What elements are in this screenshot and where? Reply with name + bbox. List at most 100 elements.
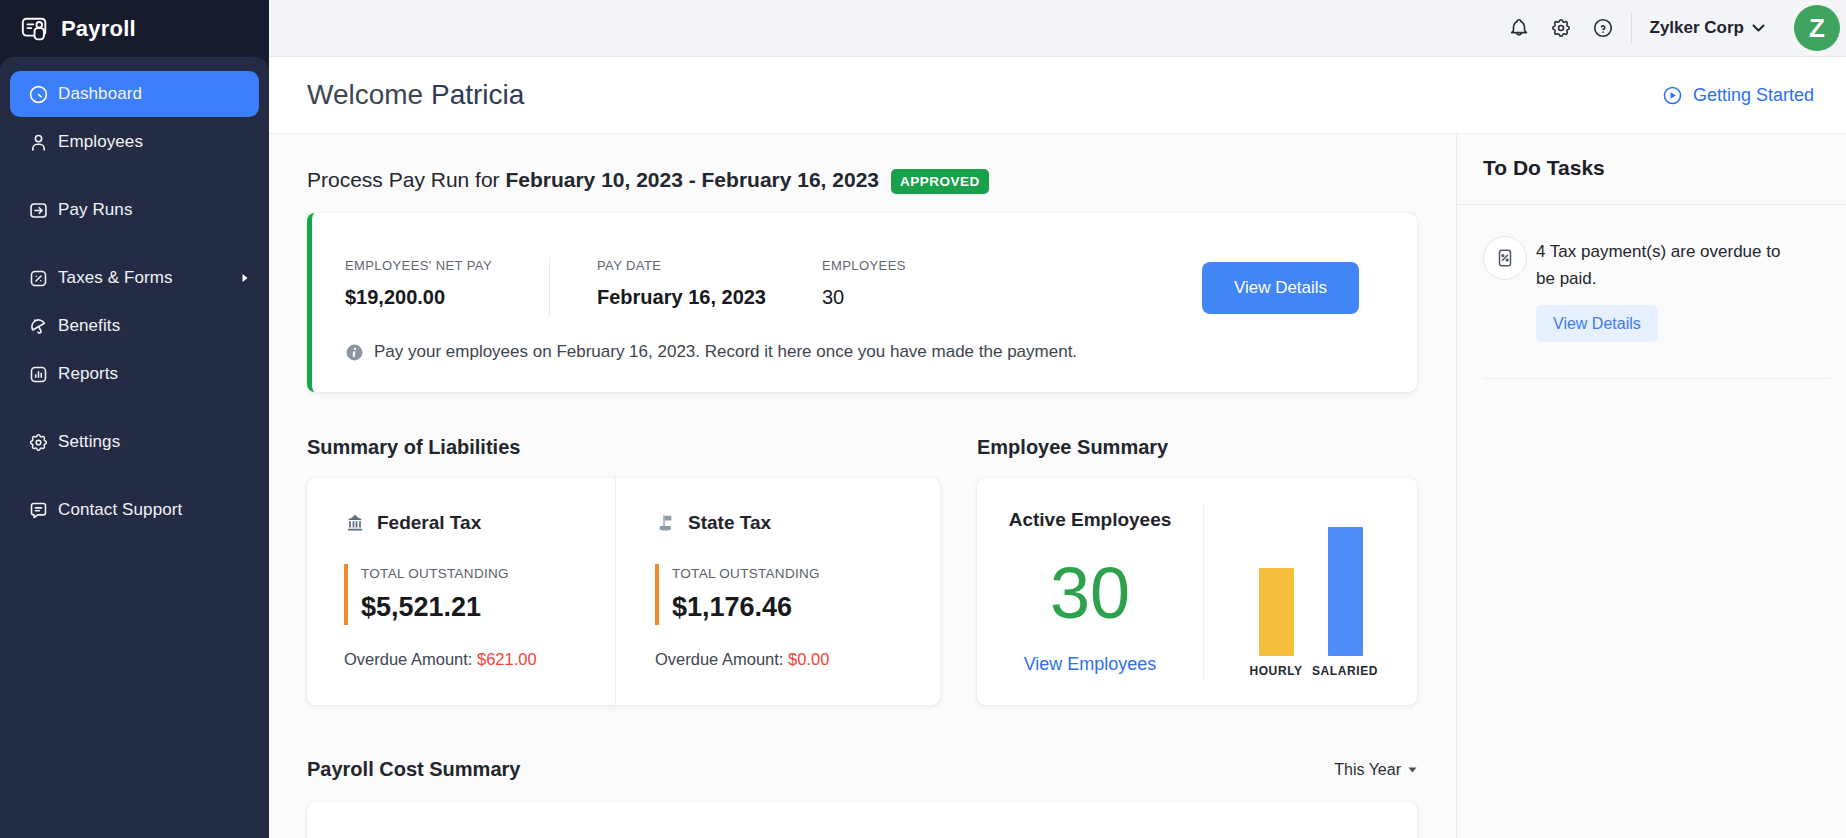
getting-started-link[interactable]: Getting Started	[1662, 85, 1814, 106]
payrun-card-stats: EMPLOYEES' NET PAY $19,200.00 PAY DATE F…	[312, 213, 1417, 316]
sidebar-item-employees[interactable]: Employees	[10, 119, 259, 165]
state-outstanding-amount: $1,176.46	[672, 592, 940, 623]
pay-runs-icon	[28, 200, 49, 221]
settings-gear-icon[interactable]	[1550, 17, 1572, 39]
employees-icon	[28, 132, 49, 153]
todo-title: To Do Tasks	[1457, 134, 1846, 205]
hourly-bar	[1259, 568, 1294, 656]
salaried-bar	[1328, 527, 1363, 656]
payrun-section-header: Process Pay Run for February 10, 2023 - …	[307, 166, 1417, 194]
pay-date-label: PAY DATE	[597, 258, 775, 273]
payrun-title: Process Pay Run for February 10, 2023 - …	[307, 168, 879, 192]
liabilities-section: Summary of Liabilities	[307, 436, 940, 705]
federal-tax-title: Federal Tax	[344, 512, 615, 534]
status-badge: APPROVED	[891, 169, 989, 194]
liabilities-title: Summary of Liabilities	[307, 436, 940, 459]
payroll-logo-icon	[20, 14, 50, 44]
play-circle-icon	[1662, 85, 1683, 106]
net-pay-stat: EMPLOYEES' NET PAY $19,200.00	[345, 258, 549, 309]
range-dropdown[interactable]: This Year	[1334, 761, 1417, 779]
todo-divider	[1483, 378, 1830, 379]
info-icon	[345, 343, 364, 362]
view-details-button[interactable]: View Details	[1202, 262, 1359, 314]
flag-icon	[655, 512, 677, 534]
net-pay-value: $19,200.00	[345, 286, 549, 309]
todo-view-details-button[interactable]: View Details	[1536, 305, 1658, 342]
user-avatar[interactable]: Z	[1794, 5, 1840, 51]
org-name: Zylker Corp	[1650, 18, 1744, 38]
federal-overdue: Overdue Amount: $621.00	[344, 650, 615, 669]
reports-icon	[28, 364, 49, 385]
sidebar: Payroll Dashboard Employees	[0, 0, 269, 838]
state-overdue: Overdue Amount: $0.00	[655, 650, 940, 669]
taxes-forms-icon	[28, 268, 49, 289]
federal-outstanding-block: TOTAL OUTSTANDING $5,521.21	[344, 564, 615, 625]
stat-divider	[549, 258, 550, 316]
dashboard-content: Process Pay Run for February 10, 2023 - …	[269, 134, 1456, 838]
org-selector[interactable]: Zylker Corp	[1650, 18, 1765, 38]
sidebar-item-benefits[interactable]: Benefits	[10, 303, 259, 349]
bank-building-icon	[344, 512, 366, 534]
todo-panel: To Do Tasks 4 Tax payment(s) are overdue…	[1456, 134, 1846, 838]
app-logo-header: Payroll	[0, 0, 269, 57]
employees-stat: EMPLOYEES 30	[822, 258, 906, 309]
dashboard-icon	[28, 84, 49, 105]
hourly-bar-label: HOURLY	[1249, 664, 1302, 678]
sidebar-item-settings[interactable]: Settings	[10, 419, 259, 465]
main-area: Zylker Corp Z Welcome Patricia Getting S…	[269, 0, 1846, 838]
chevron-down-icon	[1752, 24, 1765, 32]
welcome-band: Welcome Patricia Getting Started	[269, 57, 1846, 134]
federal-tax-block: Federal Tax TOTAL OUTSTANDING $5,521.21 …	[307, 478, 615, 705]
state-tax-title: State Tax	[655, 512, 940, 534]
payroll-cost-card	[307, 802, 1417, 838]
content-row: Process Pay Run for February 10, 2023 - …	[269, 134, 1846, 838]
state-outstanding-block: TOTAL OUTSTANDING $1,176.46	[655, 564, 940, 625]
caret-down-icon	[1408, 767, 1417, 773]
outstanding-label: TOTAL OUTSTANDING	[672, 566, 940, 581]
settings-icon	[28, 432, 49, 453]
pay-date-value: February 16, 2023	[597, 286, 775, 309]
benefits-icon	[28, 316, 49, 337]
employee-summary-card: Active Employees 30 View Employees HOURL…	[977, 478, 1417, 705]
notifications-bell-icon[interactable]	[1508, 17, 1530, 39]
state-overdue-amount: $0.00	[788, 650, 829, 668]
sidebar-item-pay-runs[interactable]: Pay Runs	[10, 187, 259, 233]
tax-document-icon	[1483, 236, 1527, 280]
payroll-cost-header: Payroll Cost Summary This Year	[307, 758, 1417, 781]
employee-bar-chart: HOURLY SALARIED	[1204, 478, 1417, 705]
liabilities-card: Federal Tax TOTAL OUTSTANDING $5,521.21 …	[307, 478, 940, 705]
federal-overdue-amount: $621.00	[477, 650, 537, 668]
pay-date-stat: PAY DATE February 16, 2023	[597, 258, 775, 309]
page-title: Welcome Patricia	[307, 79, 524, 111]
salaried-bar-label: SALARIED	[1312, 664, 1378, 678]
active-employees-count: 30	[977, 557, 1203, 629]
help-icon[interactable]	[1592, 17, 1614, 39]
todo-task-body: 4 Tax payment(s) are overdue to be paid.…	[1536, 238, 1802, 342]
view-employees-link[interactable]: View Employees	[1024, 654, 1157, 675]
todo-task-text: 4 Tax payment(s) are overdue to be paid.	[1536, 238, 1802, 292]
payrun-note: Pay your employees on February 16, 2023.…	[345, 342, 1387, 362]
employee-summary-section: Employee Summary Active Employees 30 Vie…	[977, 436, 1417, 705]
sidebar-item-taxes-forms[interactable]: Taxes & Forms	[10, 255, 259, 301]
app-title: Payroll	[61, 16, 136, 42]
todo-task: 4 Tax payment(s) are overdue to be paid.…	[1457, 205, 1846, 342]
active-employees-label: Active Employees	[977, 509, 1203, 531]
net-pay-label: EMPLOYEES' NET PAY	[345, 258, 549, 273]
state-tax-block: State Tax TOTAL OUTSTANDING $1,176.46 Ov…	[615, 478, 940, 705]
summary-sections: Summary of Liabilities	[307, 436, 1417, 705]
payrun-period: February 10, 2023 - February 16, 2023	[505, 168, 879, 191]
sidebar-item-dashboard[interactable]: Dashboard	[10, 71, 259, 117]
payrun-card: EMPLOYEES' NET PAY $19,200.00 PAY DATE F…	[307, 213, 1417, 392]
federal-outstanding-amount: $5,521.21	[361, 592, 615, 623]
sidebar-item-reports[interactable]: Reports	[10, 351, 259, 397]
sidebar-nav: Dashboard Employees Pay Runs	[0, 57, 269, 838]
outstanding-label: TOTAL OUTSTANDING	[361, 566, 615, 581]
topbar: Zylker Corp Z	[269, 0, 1846, 57]
submenu-chevron-right-icon	[241, 273, 249, 283]
employee-summary-title: Employee Summary	[977, 436, 1417, 459]
active-employees-block: Active Employees 30 View Employees	[977, 478, 1203, 705]
employees-label: EMPLOYEES	[822, 258, 906, 273]
sidebar-item-contact-support[interactable]: Contact Support	[10, 487, 259, 533]
topbar-divider	[1631, 13, 1632, 43]
payroll-cost-title: Payroll Cost Summary	[307, 758, 520, 781]
